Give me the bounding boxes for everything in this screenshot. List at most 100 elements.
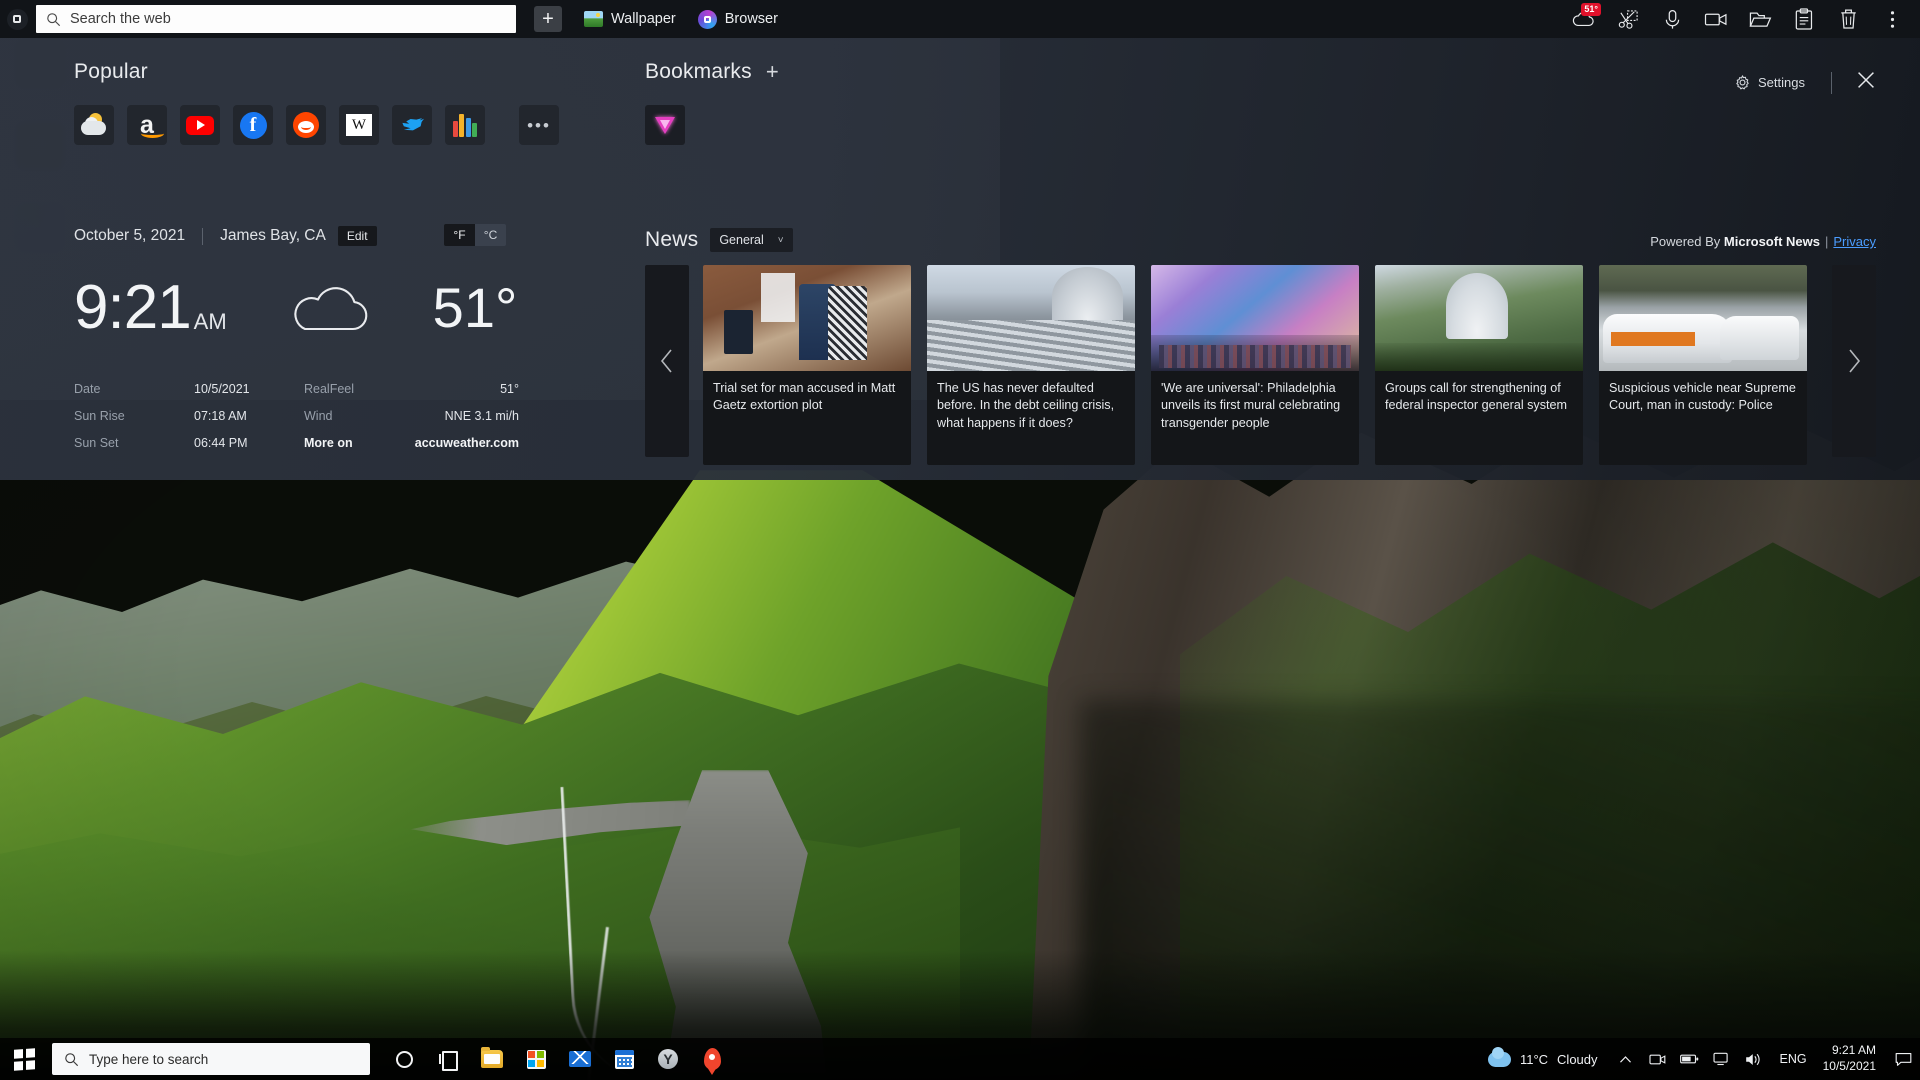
snip-scissors-icon [1618, 9, 1639, 30]
detail-key-more-on: More on [304, 436, 394, 450]
weather-unit-toggle[interactable]: °F °C [444, 224, 506, 246]
chevron-up-icon [1619, 1055, 1632, 1064]
camera-button[interactable] [1642, 1038, 1674, 1080]
taskbar-pinned-apps: Y [382, 1038, 734, 1080]
detail-value-sunrise: 07:18 AM [194, 409, 304, 423]
youtube-icon [186, 116, 214, 135]
weather-badge: 51° [1581, 3, 1601, 16]
video-camera-icon-button[interactable] [1694, 0, 1738, 38]
microphone-icon-button[interactable] [1650, 0, 1694, 38]
mail-button[interactable] [558, 1038, 602, 1080]
weather-edit-button[interactable]: Edit [338, 226, 377, 246]
more-vertical-icon-button[interactable] [1870, 0, 1914, 38]
popular-tiles: a f W [74, 105, 559, 145]
language-indicator[interactable]: ENG [1770, 1052, 1817, 1066]
network-button[interactable] [1706, 1038, 1738, 1080]
yandex-button[interactable]: Y [646, 1038, 690, 1080]
windows-taskbar: Type here to search Y 11°C Cloudy [0, 1038, 1920, 1080]
news-prev-button[interactable] [645, 265, 689, 457]
popular-tile-reddit[interactable] [286, 105, 326, 145]
trash-icon-button[interactable] [1826, 0, 1870, 38]
news-headline-1: Trial set for man accused in Matt Gaetz … [703, 371, 911, 415]
settings-button[interactable]: Settings [1725, 69, 1815, 96]
web-search-input[interactable]: Search the web [36, 5, 516, 33]
tab-wallpaper[interactable]: Wallpaper [584, 11, 676, 27]
popular-tile-twitter[interactable] [392, 105, 432, 145]
news-thumbnail-4 [1375, 265, 1583, 371]
windows-start-icon [14, 1048, 35, 1070]
trash-icon [1839, 8, 1858, 30]
bookmarks-section: Bookmarks + [645, 60, 779, 145]
cortana-button[interactable] [382, 1038, 426, 1080]
calendar-button[interactable] [602, 1038, 646, 1080]
camera-icon [1649, 1052, 1666, 1067]
magenta-triangle-icon [655, 117, 675, 134]
popular-tile-youtube[interactable] [180, 105, 220, 145]
microsoft-store-button[interactable] [514, 1038, 558, 1080]
volume-icon [1745, 1052, 1762, 1067]
location-app-button[interactable] [690, 1038, 734, 1080]
folder-icon-button[interactable] [1738, 0, 1782, 38]
notification-center-button[interactable] [1888, 1038, 1918, 1080]
app-logo[interactable] [0, 0, 34, 38]
tray-clock[interactable]: 9:21 AM 10/5/2021 [1817, 1043, 1888, 1075]
clipboard-icon [1795, 8, 1813, 30]
snip-scissors-icon-button[interactable] [1606, 0, 1650, 38]
tray-expand-button[interactable] [1610, 1038, 1642, 1080]
clock-time: 9:21 [74, 277, 191, 339]
bookmarks-title: Bookmarks [645, 60, 752, 84]
news-card-4[interactable]: Groups call for strengthening of federal… [1375, 265, 1583, 465]
color-bars-icon [453, 113, 477, 137]
bookmark-item-1[interactable] [645, 105, 685, 145]
popular-tile-amazon[interactable]: a [127, 105, 167, 145]
chevron-left-icon [660, 348, 674, 374]
tray-weather-condition: Cloudy [1557, 1052, 1597, 1067]
news-category-select[interactable]: General ˅ [710, 228, 792, 252]
add-bookmark-button[interactable]: + [766, 61, 779, 83]
settings-label: Settings [1758, 75, 1805, 90]
more-vertical-icon [1890, 9, 1895, 30]
detail-key-date: Date [74, 382, 194, 396]
weather-temperature: 51° [433, 280, 518, 336]
task-view-button[interactable] [426, 1038, 470, 1080]
popular-tile-colorbars[interactable] [445, 105, 485, 145]
amazon-icon: a [140, 115, 154, 135]
volume-button[interactable] [1738, 1038, 1770, 1080]
popular-tile-weather[interactable] [74, 105, 114, 145]
new-tab-button[interactable]: + [534, 6, 562, 32]
tray-weather[interactable]: 11°C Cloudy [1476, 1052, 1610, 1067]
battery-button[interactable] [1674, 1038, 1706, 1080]
tab-wallpaper-label: Wallpaper [611, 11, 676, 27]
popular-tile-wikipedia[interactable]: W [339, 105, 379, 145]
news-headline-2: The US has never defaulted before. In th… [927, 371, 1135, 432]
screen: Search the web + Wallpaper Browser 51° [0, 0, 1920, 1080]
tab-browser[interactable]: Browser [698, 10, 778, 29]
accuweather-link[interactable]: accuweather.com [394, 436, 519, 450]
browser-toolbar: Search the web + Wallpaper Browser 51° [0, 0, 1920, 38]
start-button[interactable] [0, 1038, 48, 1080]
unit-fahrenheit[interactable]: °F [444, 224, 475, 246]
detail-key-realfeel: RealFeel [304, 382, 394, 396]
yandex-icon: Y [658, 1049, 678, 1069]
news-card-2[interactable]: The US has never defaulted before. In th… [927, 265, 1135, 465]
taskbar-search-input[interactable]: Type here to search [52, 1043, 370, 1075]
weather-cloud-icon-button[interactable]: 51° [1562, 0, 1606, 38]
mail-icon [569, 1051, 591, 1067]
unit-celsius[interactable]: °C [475, 224, 506, 246]
news-next-button[interactable] [1832, 265, 1876, 457]
tab-browser-label: Browser [725, 11, 778, 27]
close-panel-button[interactable] [1848, 66, 1884, 99]
news-header: News General ˅ [645, 228, 793, 252]
news-card-1[interactable]: Trial set for man accused in Matt Gaetz … [703, 265, 911, 465]
clipboard-icon-button[interactable] [1782, 0, 1826, 38]
popular-title: Popular [74, 60, 559, 84]
popular-more-button[interactable]: ••• [519, 105, 559, 145]
news-cards: Trial set for man accused in Matt Gaetz … [703, 265, 1818, 465]
news-card-5[interactable]: Suspicious vehicle near Supreme Court, m… [1599, 265, 1807, 465]
privacy-link[interactable]: Privacy [1833, 234, 1876, 249]
popular-tile-facebook[interactable]: f [233, 105, 273, 145]
news-card-3[interactable]: 'We are universal': Philadelphia unveils… [1151, 265, 1359, 465]
detail-value-sunset: 06:44 PM [194, 436, 304, 450]
file-explorer-button[interactable] [470, 1038, 514, 1080]
detail-key-sunset: Sun Set [74, 436, 194, 450]
